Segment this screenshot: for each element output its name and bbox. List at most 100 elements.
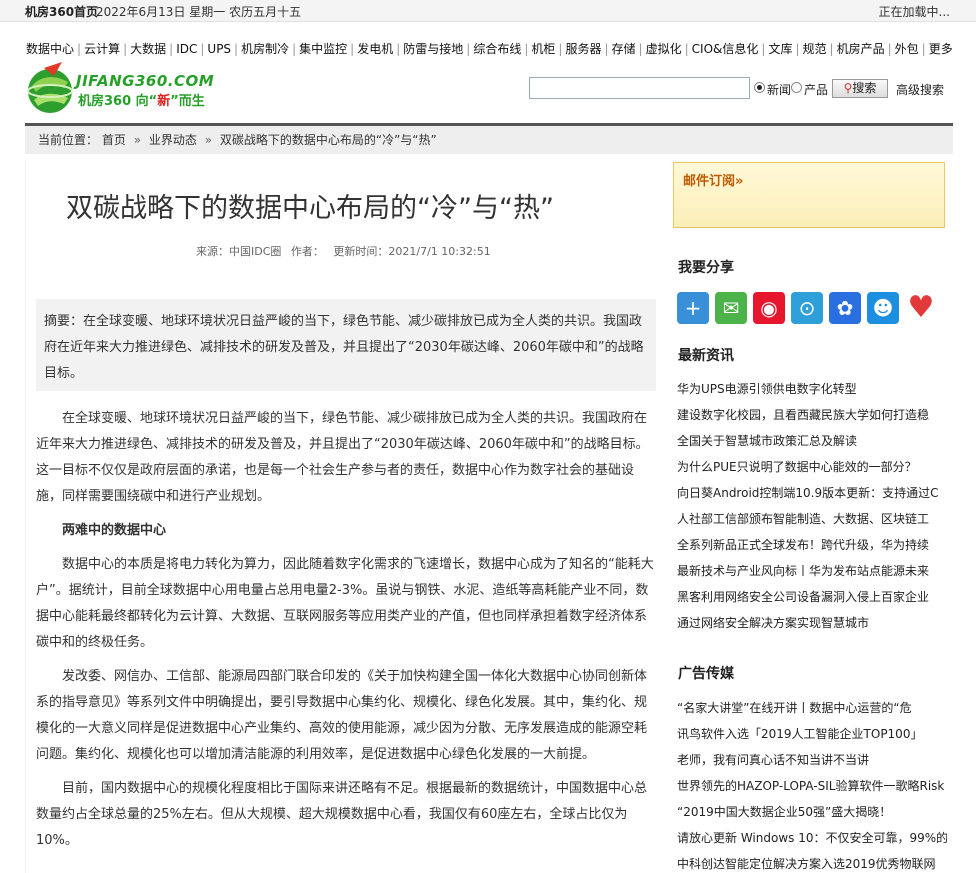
nav-separator: |	[396, 42, 401, 56]
nav-separator: |	[169, 42, 174, 56]
nav-separator: |	[761, 42, 766, 56]
nav-item[interactable]: 大数据	[130, 42, 166, 56]
nav-separator: |	[887, 42, 892, 56]
ad-link[interactable]: 讯鸟软件入选「2019人工智能企业TOP100」	[677, 721, 947, 747]
nav-item[interactable]: 更多	[929, 42, 953, 56]
news-radio-label: 新闻	[767, 83, 792, 97]
breadcrumb-separator: »	[133, 133, 142, 147]
article-title: 双碳战略下的数据中心布局的“冷”与“热”	[66, 193, 554, 224]
news-link[interactable]: 为什么PUE只说明了数据中心能效的一部分？	[677, 454, 947, 480]
nav-separator: |	[684, 42, 689, 56]
nav-separator: |	[77, 42, 82, 56]
latest-news-list: 华为UPS电源引领供电数字化转型 建设数字化校园，且看西藏民族大学如何打造稳 全国关…	[677, 376, 947, 636]
breadcrumb-section[interactable]: 业界动态	[149, 133, 197, 147]
nav-separator: |	[829, 42, 834, 56]
nav-item[interactable]: 服务器	[565, 42, 601, 56]
news-link[interactable]: 华为UPS电源引领供电数字化转型	[677, 376, 947, 402]
ads-heading: 广告传媒	[678, 666, 734, 682]
breadcrumb-current[interactable]: 双碳战略下的数据中心布局的“冷”与“热”	[220, 133, 437, 147]
nav-separator: |	[234, 42, 239, 56]
mail-subscribe-box: 邮件订阅»	[673, 162, 945, 228]
nav-separator: |	[350, 42, 355, 56]
latest-news-heading: 最新资讯	[678, 348, 734, 364]
nav-item[interactable]: 防雷与接地	[403, 42, 463, 56]
breadcrumb-home[interactable]: 首页	[102, 133, 126, 147]
heart-like-icon[interactable]: ♥	[905, 292, 937, 324]
loading-status: 正在加载中...	[878, 5, 950, 19]
news-link[interactable]: 全系列新品正式全球发布！跨代升级，华为持续	[677, 532, 947, 558]
breadcrumb: 当前位置： 首页 » 业界动态 » 双碳战略下的数据中心布局的“冷”与“热”	[25, 123, 953, 154]
news-link[interactable]: 建设数字化校园，且看西藏民族大学如何打造稳	[677, 402, 947, 428]
nav-separator: |	[795, 42, 800, 56]
nav-item[interactable]: 规范	[803, 42, 827, 56]
nav-item[interactable]: 机房制冷	[241, 42, 289, 56]
nav-item[interactable]: 集中监控	[299, 42, 347, 56]
site-logo[interactable]: JIFANG360.COM 机房360 向“新”而生	[24, 62, 214, 118]
article-body: 在全球变暖、地球环境状况日益严峻的当下，绿色节能、减少碳排放已成为全人类的共识。…	[36, 406, 654, 862]
news-link[interactable]: 全国关于智慧城市政策汇总及解读	[677, 428, 947, 454]
section-heading: 两难中的数据中心	[62, 523, 167, 538]
home-link[interactable]: 机房360首页	[25, 3, 98, 20]
ads-list: “名家大讲堂”在线开讲丨数据中心运营的“危 讯鸟软件入选「2019人工智能企业TO…	[677, 695, 947, 873]
wechat-icon[interactable]: ✉	[715, 292, 747, 324]
nav-item[interactable]: CIO&信息化	[692, 42, 759, 56]
advanced-search-link[interactable]: 高级搜索	[896, 81, 944, 98]
nav-item[interactable]: 综合布线	[473, 42, 521, 56]
news-link[interactable]: 最新技术与产业风向标丨华为发布站点能源未来	[677, 558, 947, 584]
globe-logo-icon	[27, 62, 73, 113]
top-bar: 机房360首页 2022年6月13日 星期一 农历五月十五 正在加载中...	[0, 0, 976, 22]
paragraph: 目前，国内数据中心的规模化程度相比于国际来讲还略有不足。根据最新的数据统计，中国…	[36, 781, 648, 848]
nav-item[interactable]: IDC	[176, 42, 197, 56]
nav-separator: |	[638, 42, 643, 56]
date-text: 2022年6月13日 星期一 农历五月十五	[96, 5, 302, 19]
plus-share-icon[interactable]: +	[677, 292, 709, 324]
nav-separator: |	[466, 42, 471, 56]
breadcrumb-label: 当前位置：	[38, 133, 99, 147]
ad-link[interactable]: 中科创达智能定位解决方案入选2019优秀物联网	[677, 851, 947, 873]
ad-link[interactable]: 老师，我有问真心话不知当讲不当讲	[677, 747, 947, 773]
product-radio-label: 产品	[804, 83, 829, 97]
nav-item[interactable]: 文库	[768, 42, 792, 56]
qq-icon[interactable]: ☻	[867, 292, 899, 324]
search-button[interactable]: ⚲搜索	[832, 79, 888, 98]
nav-item[interactable]: 外包	[895, 42, 919, 56]
tencent-weibo-icon[interactable]: ⊙	[791, 292, 823, 324]
search-input[interactable]	[529, 77, 750, 99]
nav-item[interactable]: 数据中心	[26, 42, 74, 56]
nav-item[interactable]: 发电机	[357, 42, 393, 56]
nav-separator: |	[921, 42, 926, 56]
news-link[interactable]: 通过网络安全解决方案实现智慧城市	[677, 610, 947, 636]
search-area: 新闻 产品 ⚲搜索 高级搜索	[529, 77, 949, 101]
news-link[interactable]: 黑客利用网络安全公司设备漏洞入侵上百家企业	[677, 584, 947, 610]
nav-separator: |	[292, 42, 297, 56]
nav-item[interactable]: 机房产品	[837, 42, 885, 56]
news-link[interactable]: 向日葵Android控制端10.9版本更新：支持通过C	[677, 480, 947, 506]
ad-link[interactable]: “名家大讲堂”在线开讲丨数据中心运营的“危	[677, 695, 947, 721]
article-author: 作者：	[290, 245, 324, 258]
nav-item[interactable]: 存储	[612, 42, 636, 56]
nav-item[interactable]: 虚拟化	[646, 42, 682, 56]
nav-separator: |	[524, 42, 529, 56]
baidu-icon[interactable]: ✿	[829, 292, 861, 324]
product-radio[interactable]	[791, 82, 802, 93]
nav-item[interactable]: 机柜	[531, 42, 555, 56]
news-radio[interactable]	[754, 82, 765, 93]
nav-separator: |	[604, 42, 609, 56]
ad-link[interactable]: 请放心更新 Windows 10：不仅安全可靠，99%的	[677, 825, 947, 851]
article-source: 来源：中国IDC圈	[196, 245, 282, 258]
nav-item[interactable]: UPS	[207, 42, 231, 56]
paragraph: 在全球变暖、地球环境状况日益严峻的当下，绿色节能、减少碳排放已成为全人类的共识。…	[36, 411, 649, 504]
sidebar: 邮件订阅» 我要分享 + ✉ ◉ ⊙ ✿ ☻ ♥ 最新资讯 华为UPS电源引领供电数字化转型…	[673, 160, 953, 873]
nav-item[interactable]: 云计算	[84, 42, 120, 56]
mail-subscribe-link[interactable]: 邮件订阅»	[683, 170, 743, 189]
nav-separator: |	[123, 42, 128, 56]
nav-separator: |	[200, 42, 205, 56]
logo-text-en: JIFANG360.COM	[76, 72, 215, 90]
logo-slogan: 机房360 向“新”而生	[78, 94, 205, 109]
breadcrumb-separator: »	[204, 133, 213, 147]
ad-link[interactable]: 世界领先的HAZOP-LOPA-SIL验算软件一歌略Risk	[677, 773, 947, 799]
news-link[interactable]: 人社部工信部颁布智能制造、大数据、区块链工	[677, 506, 947, 532]
weibo-icon[interactable]: ◉	[753, 292, 785, 324]
ad-link[interactable]: “2019中国大数据企业50强”盛大揭晓！	[677, 799, 947, 825]
nav-separator: |	[558, 42, 563, 56]
